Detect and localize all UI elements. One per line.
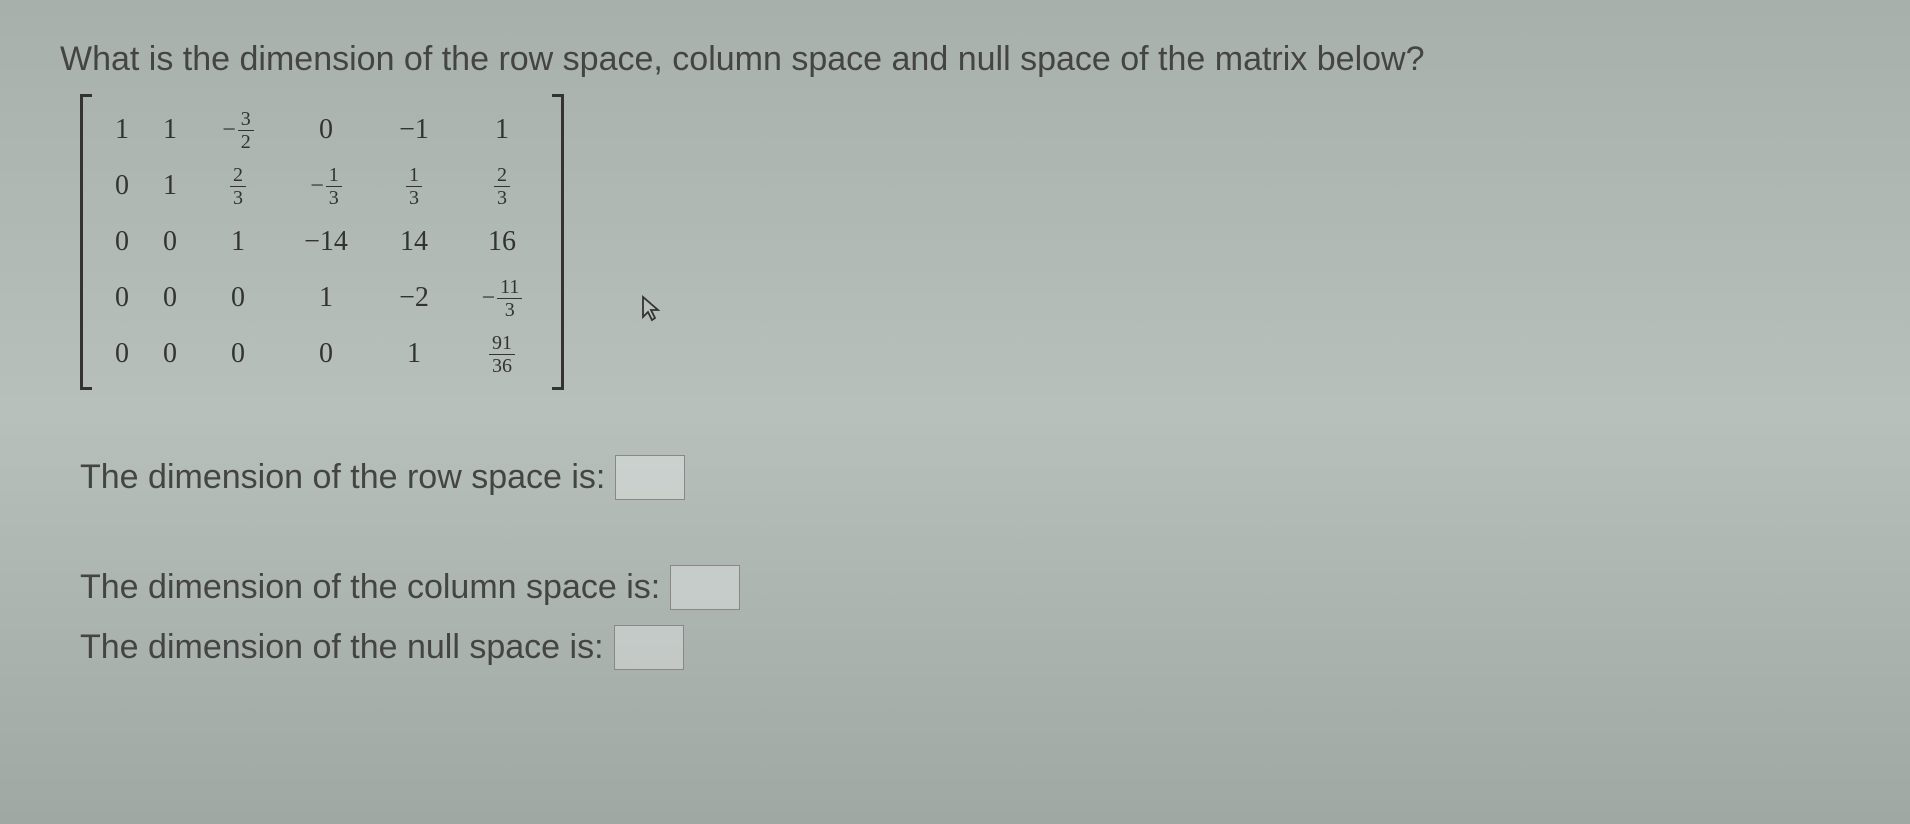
matrix-cell: 0 (98, 214, 146, 270)
column-space-answer: The dimension of the column space is: (80, 565, 1850, 610)
matrix-cell: 1 (98, 102, 146, 158)
matrix-cell: 14 (370, 214, 458, 270)
matrix-cell: 0 (98, 158, 146, 214)
matrix-cell: 9136 (458, 326, 546, 382)
row-space-label: The dimension of the row space is: (80, 458, 605, 497)
matrix-row: 0001−2−113 (98, 270, 546, 326)
matrix-table: 11−320−110123−131323001−1414160001−2−113… (98, 102, 546, 382)
matrix-row: 11−320−11 (98, 102, 546, 158)
matrix-row: 000019136 (98, 326, 546, 382)
matrix-row: 001−141416 (98, 214, 546, 270)
matrix-cell: 1 (146, 102, 194, 158)
matrix: 11−320−110123−131323001−1414160001−2−113… (80, 94, 564, 390)
cursor-icon (640, 295, 662, 330)
matrix-cell: 0 (194, 270, 282, 326)
null-space-input[interactable] (614, 625, 684, 670)
matrix-cell: −1 (370, 102, 458, 158)
matrix-cell: 0 (98, 270, 146, 326)
matrix-cell: 1 (370, 326, 458, 382)
matrix-cell: 0 (282, 102, 370, 158)
matrix-cell: 0 (282, 326, 370, 382)
matrix-cell: 23 (194, 158, 282, 214)
matrix-cell: 16 (458, 214, 546, 270)
matrix-cell: 1 (458, 102, 546, 158)
row-space-input[interactable] (615, 455, 685, 500)
matrix-cell: 23 (458, 158, 546, 214)
matrix-cell: 1 (282, 270, 370, 326)
matrix-cell: 0 (146, 326, 194, 382)
matrix-cell: −14 (282, 214, 370, 270)
matrix-cell: 1 (194, 214, 282, 270)
matrix-cell: 0 (194, 326, 282, 382)
matrix-cell: −113 (458, 270, 546, 326)
null-space-label: The dimension of the null space is: (80, 628, 604, 667)
matrix-cell: −32 (194, 102, 282, 158)
matrix-cell: 1 (146, 158, 194, 214)
column-space-input[interactable] (670, 565, 740, 610)
matrix-row: 0123−131323 (98, 158, 546, 214)
matrix-cell: −2 (370, 270, 458, 326)
column-space-label: The dimension of the column space is: (80, 568, 660, 607)
bracket-right (552, 94, 564, 390)
null-space-answer: The dimension of the null space is: (80, 625, 1850, 670)
row-space-answer: The dimension of the row space is: (80, 455, 1850, 500)
bracket-left (80, 94, 92, 390)
matrix-cell: 13 (370, 158, 458, 214)
question-text: What is the dimension of the row space, … (60, 40, 1850, 79)
matrix-cell: 0 (146, 214, 194, 270)
matrix-cell: 0 (98, 326, 146, 382)
matrix-cell: −13 (282, 158, 370, 214)
matrix-cell: 0 (146, 270, 194, 326)
